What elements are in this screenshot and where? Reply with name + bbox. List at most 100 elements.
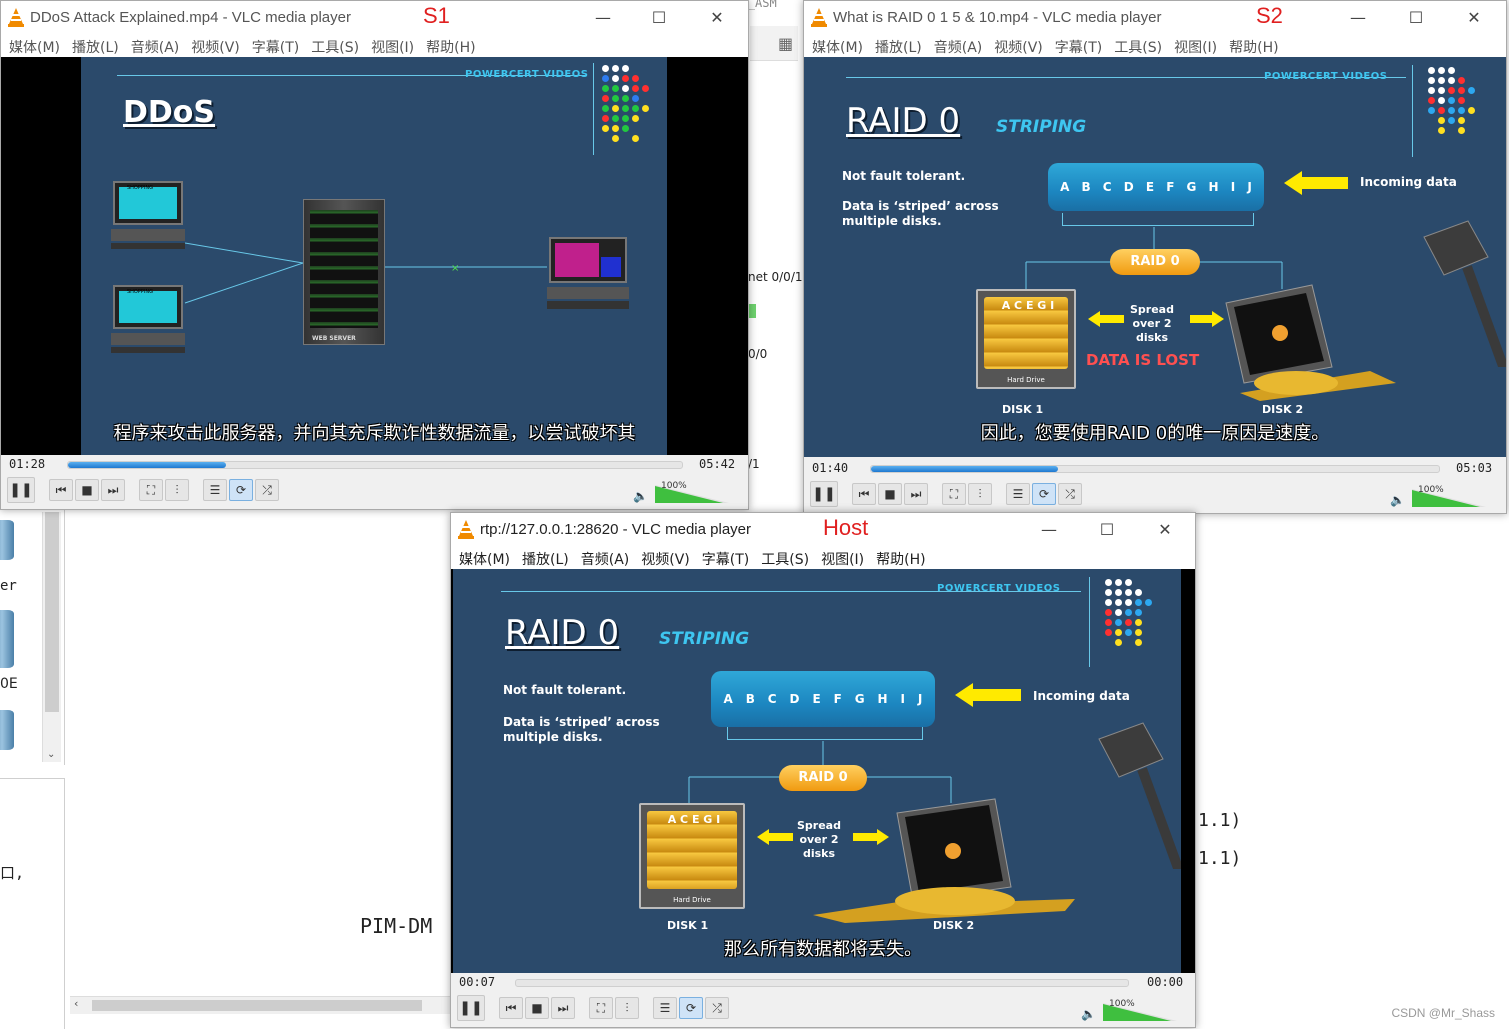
menu-view[interactable]: 视图(I): [1170, 35, 1225, 57]
title-bar[interactable]: What is RAID 0 1 5 & 10.mp4 - VLC media …: [804, 1, 1506, 35]
maximize-button[interactable]: ☐: [1095, 519, 1119, 541]
scrollbar-thumb[interactable]: [45, 512, 59, 712]
menu-tools[interactable]: 工具(S): [757, 547, 817, 569]
title-bar[interactable]: DDoS Attack Explained.mp4 - VLC media pl…: [1, 1, 748, 35]
shuffle-button[interactable]: ⤮: [1058, 483, 1082, 505]
pause-button[interactable]: ❚❚: [7, 477, 35, 503]
title-bar[interactable]: rtp://127.0.0.1:28620 - VLC media player…: [451, 513, 1195, 547]
vlc-window-host[interactable]: rtp://127.0.0.1:28620 - VLC media player…: [450, 512, 1196, 1028]
previous-button[interactable]: ⏮: [49, 479, 73, 501]
disk-1-label: DISK 1: [667, 919, 709, 932]
mallet-icon: [1098, 722, 1181, 869]
horizontal-scrollbar[interactable]: ‹: [70, 996, 450, 1014]
loop-button[interactable]: ⟳: [229, 479, 253, 501]
total-time[interactable]: 05:42: [699, 457, 735, 471]
minimize-button[interactable]: —: [591, 7, 615, 29]
menu-help[interactable]: 帮助(H): [872, 547, 933, 569]
loop-button[interactable]: ⟳: [679, 997, 703, 1019]
menu-media[interactable]: 媒体(M): [5, 35, 68, 57]
menu-help[interactable]: 帮助(H): [1225, 35, 1286, 57]
chevron-down-icon[interactable]: ⌄: [47, 749, 55, 760]
shuffle-button[interactable]: ⤮: [255, 479, 279, 501]
menu-audio[interactable]: 音频(A): [930, 35, 991, 57]
playlist-button[interactable]: ☰: [1006, 483, 1030, 505]
shuffle-button[interactable]: ⤮: [705, 997, 729, 1019]
menu-video[interactable]: 视频(V): [637, 547, 698, 569]
elapsed-time[interactable]: 00:07: [459, 975, 495, 989]
fullscreen-button[interactable]: ⛶: [139, 479, 163, 501]
menu-view[interactable]: 视图(I): [367, 35, 422, 57]
previous-button[interactable]: ⏮: [852, 483, 876, 505]
total-time[interactable]: 05:03: [1456, 461, 1492, 475]
speaker-icon[interactable]: 🔈: [633, 489, 648, 503]
stop-button[interactable]: ■: [525, 997, 549, 1019]
video-area[interactable]: POWERCERT VIDEOS RAID 0 STRIPING Not fau…: [451, 569, 1195, 973]
volume-slider[interactable]: 100%: [655, 481, 729, 503]
menu-subtitle[interactable]: 字幕(T): [1051, 35, 1110, 57]
video-area[interactable]: POWERCERT VIDEOS RAID 0 STRIPING Not fau…: [804, 57, 1506, 457]
speaker-icon[interactable]: 🔈: [1081, 1007, 1096, 1021]
total-time[interactable]: 00:00: [1147, 975, 1183, 989]
vertical-scrollbar[interactable]: ⌄: [42, 512, 61, 762]
minimize-button[interactable]: —: [1037, 519, 1061, 541]
menu-view[interactable]: 视图(I): [817, 547, 872, 569]
fullscreen-button[interactable]: ⛶: [942, 483, 966, 505]
switch-icon[interactable]: [0, 610, 14, 668]
menu-playback[interactable]: 播放(L): [518, 547, 577, 569]
next-button[interactable]: ⏭: [904, 483, 928, 505]
fullscreen-button[interactable]: ⛶: [589, 997, 613, 1019]
menu-playback[interactable]: 播放(L): [871, 35, 930, 57]
playlist-button[interactable]: ☰: [203, 479, 227, 501]
elapsed-time[interactable]: 01:40: [812, 461, 848, 475]
video-frame: POWERCERT VIDEOS RAID 0 STRIPING Not fau…: [453, 569, 1181, 973]
vlc-window-s1[interactable]: DDoS Attack Explained.mp4 - VLC media pl…: [0, 0, 749, 510]
layout-icon[interactable]: ▦: [778, 34, 793, 53]
menu-subtitle[interactable]: 字幕(T): [698, 547, 757, 569]
menu-media[interactable]: 媒体(M): [808, 35, 871, 57]
extended-settings-button[interactable]: ⫶: [615, 997, 639, 1019]
window-title: rtp://127.0.0.1:28620 - VLC media player: [480, 521, 751, 538]
seek-bar[interactable]: [870, 465, 1440, 473]
vlc-window-s2[interactable]: What is RAID 0 1 5 & 10.mp4 - VLC media …: [803, 0, 1507, 514]
server-icon[interactable]: [0, 710, 14, 750]
seek-bar[interactable]: [67, 461, 683, 469]
extended-settings-button[interactable]: ⫶: [165, 479, 189, 501]
close-button[interactable]: ✕: [1153, 519, 1177, 541]
stop-button[interactable]: ■: [878, 483, 902, 505]
menu-audio[interactable]: 音频(A): [127, 35, 188, 57]
minimize-button[interactable]: —: [1346, 7, 1370, 29]
menu-playback[interactable]: 播放(L): [68, 35, 127, 57]
background-interface-label-3: /1: [748, 457, 760, 471]
speaker-icon[interactable]: 🔈: [1390, 493, 1405, 507]
video-area[interactable]: POWERCERT VIDEOS DDoS × SHOPPING SHOPPIN…: [1, 57, 748, 455]
pause-button[interactable]: ❚❚: [457, 995, 485, 1021]
maximize-button[interactable]: ☐: [1404, 7, 1428, 29]
previous-button[interactable]: ⏮: [499, 997, 523, 1019]
scrollbar-thumb-h[interactable]: [92, 1000, 422, 1011]
menu-media[interactable]: 媒体(M): [455, 547, 518, 569]
chevron-left-icon[interactable]: ‹: [74, 997, 78, 1010]
maximize-button[interactable]: ☐: [647, 7, 671, 29]
menu-video[interactable]: 视频(V): [187, 35, 248, 57]
seek-bar[interactable]: [515, 979, 1129, 987]
close-button[interactable]: ✕: [1462, 7, 1486, 29]
menu-tools[interactable]: 工具(S): [1110, 35, 1170, 57]
close-button[interactable]: ✕: [705, 7, 729, 29]
menu-tools[interactable]: 工具(S): [307, 35, 367, 57]
loop-button[interactable]: ⟳: [1032, 483, 1056, 505]
extended-settings-button[interactable]: ⫶: [968, 483, 992, 505]
pause-button[interactable]: ❚❚: [810, 481, 838, 507]
next-button[interactable]: ⏭: [551, 997, 575, 1019]
menu-audio[interactable]: 音频(A): [577, 547, 638, 569]
volume-slider[interactable]: 100%: [1103, 999, 1177, 1021]
elapsed-time[interactable]: 01:28: [9, 457, 45, 471]
menu-help[interactable]: 帮助(H): [422, 35, 483, 57]
volume-slider[interactable]: 100%: [1412, 485, 1486, 507]
target-computer-icon: [547, 237, 629, 315]
playlist-button[interactable]: ☰: [653, 997, 677, 1019]
menu-video[interactable]: 视频(V): [990, 35, 1051, 57]
router-icon[interactable]: [0, 520, 14, 560]
menu-subtitle[interactable]: 字幕(T): [248, 35, 307, 57]
next-button[interactable]: ⏭: [101, 479, 125, 501]
stop-button[interactable]: ■: [75, 479, 99, 501]
